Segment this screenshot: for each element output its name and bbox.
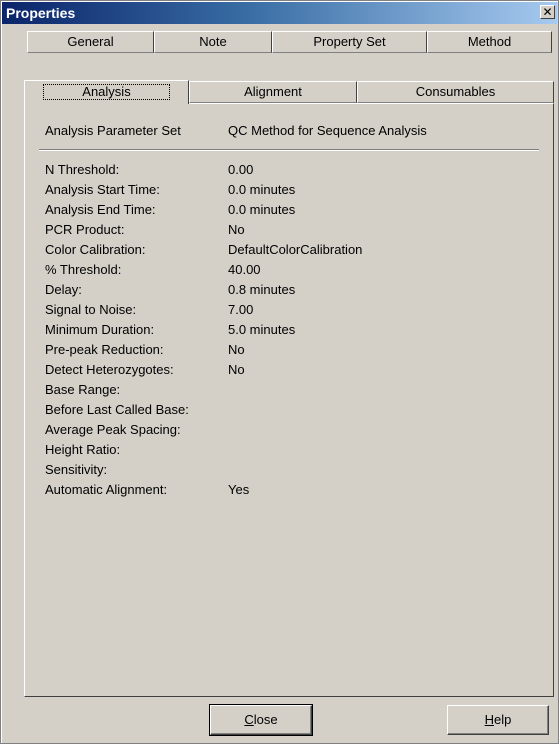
analysis-parameter-set-label: Analysis Parameter Set xyxy=(45,123,181,138)
close-icon[interactable]: ✕ xyxy=(540,5,555,19)
close-button[interactable]: Close xyxy=(209,704,313,736)
title-bar[interactable]: Properties ✕ xyxy=(2,2,557,24)
close-button-label: lose xyxy=(253,712,278,727)
param-label: Height Ratio: xyxy=(45,442,121,457)
param-label: N Threshold: xyxy=(45,162,120,177)
divider xyxy=(39,149,539,151)
help-button-label: elp xyxy=(494,712,512,727)
param-value: DefaultColorCalibration xyxy=(228,242,363,257)
analysis-panel: Analysis Parameter Set QC Method for Seq… xyxy=(24,103,554,697)
param-label: Base Range: xyxy=(45,382,121,397)
param-label: % Threshold: xyxy=(45,262,122,277)
tab-property-set[interactable]: Property Set xyxy=(272,31,427,53)
param-value: 5.0 minutes xyxy=(228,322,296,337)
param-label: Detect Heterozygotes: xyxy=(45,362,174,377)
tab-method[interactable]: Method xyxy=(427,31,552,53)
param-label: Analysis End Time: xyxy=(45,202,156,217)
window-title: Properties xyxy=(6,5,76,21)
properties-dialog: Properties ✕ General Note Property Set M… xyxy=(0,0,559,744)
param-value: 7.00 xyxy=(228,302,254,317)
tab-consumables[interactable]: Consumables xyxy=(357,81,554,103)
analysis-parameter-set-value: QC Method for Sequence Analysis xyxy=(228,123,427,138)
param-value: 0.0 minutes xyxy=(228,182,296,197)
param-value: No xyxy=(228,342,245,357)
param-value: No xyxy=(228,362,245,377)
param-value: 40.00 xyxy=(228,262,261,277)
tab-analysis-label: Analysis xyxy=(43,84,170,100)
tab-general[interactable]: General xyxy=(27,31,154,53)
param-value: No xyxy=(228,222,245,237)
param-label: PCR Product: xyxy=(45,222,125,237)
param-label: Delay: xyxy=(45,282,82,297)
tab-note[interactable]: Note xyxy=(154,31,272,53)
param-label: Pre-peak Reduction: xyxy=(45,342,164,357)
help-button-mnemonic: H xyxy=(484,712,495,727)
param-value: 0.0 minutes xyxy=(228,202,296,217)
param-value: Yes xyxy=(228,482,250,497)
tab-alignment[interactable]: Alignment xyxy=(189,81,357,103)
param-label: Before Last Called Base: xyxy=(45,402,189,417)
param-label: Average Peak Spacing: xyxy=(45,422,181,437)
help-button[interactable]: Help xyxy=(447,705,549,735)
close-button-mnemonic: C xyxy=(244,712,254,727)
param-label: Automatic Alignment: xyxy=(45,482,168,497)
param-label: Color Calibration: xyxy=(45,242,146,257)
param-value: 0.00 xyxy=(228,162,254,177)
param-value: 0.8 minutes xyxy=(228,282,296,297)
param-label: Signal to Noise: xyxy=(45,302,137,317)
param-label: Analysis Start Time: xyxy=(45,182,160,197)
param-label: Minimum Duration: xyxy=(45,322,155,337)
tab-analysis[interactable]: Analysis xyxy=(24,80,189,104)
param-label: Sensitivity: xyxy=(45,462,108,477)
